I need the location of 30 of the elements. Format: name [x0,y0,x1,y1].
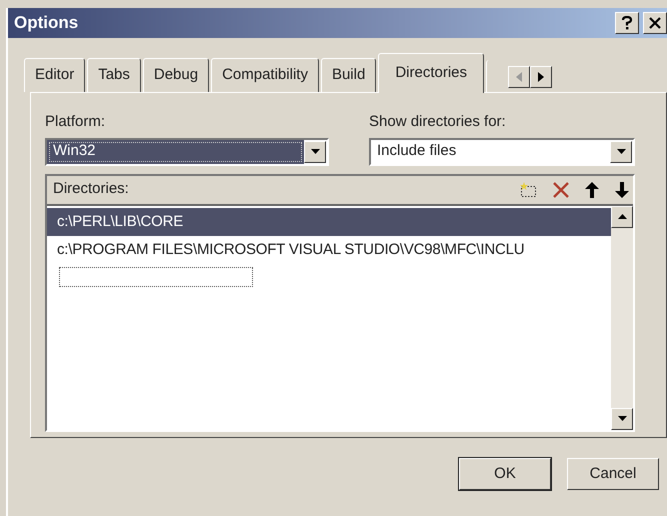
tab[interactable]: Debug [142,58,210,92]
dialog-button[interactable]: Cancel [567,458,659,490]
input-field[interactable] [59,266,253,286]
close-button[interactable] [643,12,667,34]
scroll-up-icon[interactable] [611,206,633,228]
tab[interactable]: Directories [378,52,484,93]
list-item[interactable]: c:\PERL\LIB\CORE [47,208,611,236]
tab[interactable]: Tabs [87,58,141,92]
delete-icon[interactable] [553,182,569,198]
scroll-right-icon[interactable] [530,66,552,88]
new-folder-icon[interactable] [519,182,537,198]
show-directories-dropdown[interactable]: Include files [369,138,635,166]
scroll-left-icon[interactable] [508,66,530,88]
help-icon [622,16,632,30]
scroll-down-icon[interactable] [611,408,633,430]
field-label: Show directories for: [369,112,507,132]
dialog-button[interactable]: OK [459,458,551,490]
platform-dropdown[interactable]: Win32 [45,138,329,166]
help-button[interactable] [615,12,639,34]
window-title: Options [14,12,78,34]
list-item[interactable]: c:\PROGRAM FILES\MICROSOFT VISUAL STUDIO\VC98\MFC\INCLU [47,236,611,264]
tab[interactable]: Compatibility [211,58,319,92]
move-up-icon[interactable] [585,182,599,198]
tab[interactable]: Editor [24,58,86,92]
close-icon [649,17,661,29]
field-label: Platform: [45,112,106,132]
tab[interactable]: Build [320,58,376,92]
scrollbar[interactable] [611,206,633,430]
list-label: Directories: [53,179,129,200]
move-down-icon[interactable] [615,182,629,198]
